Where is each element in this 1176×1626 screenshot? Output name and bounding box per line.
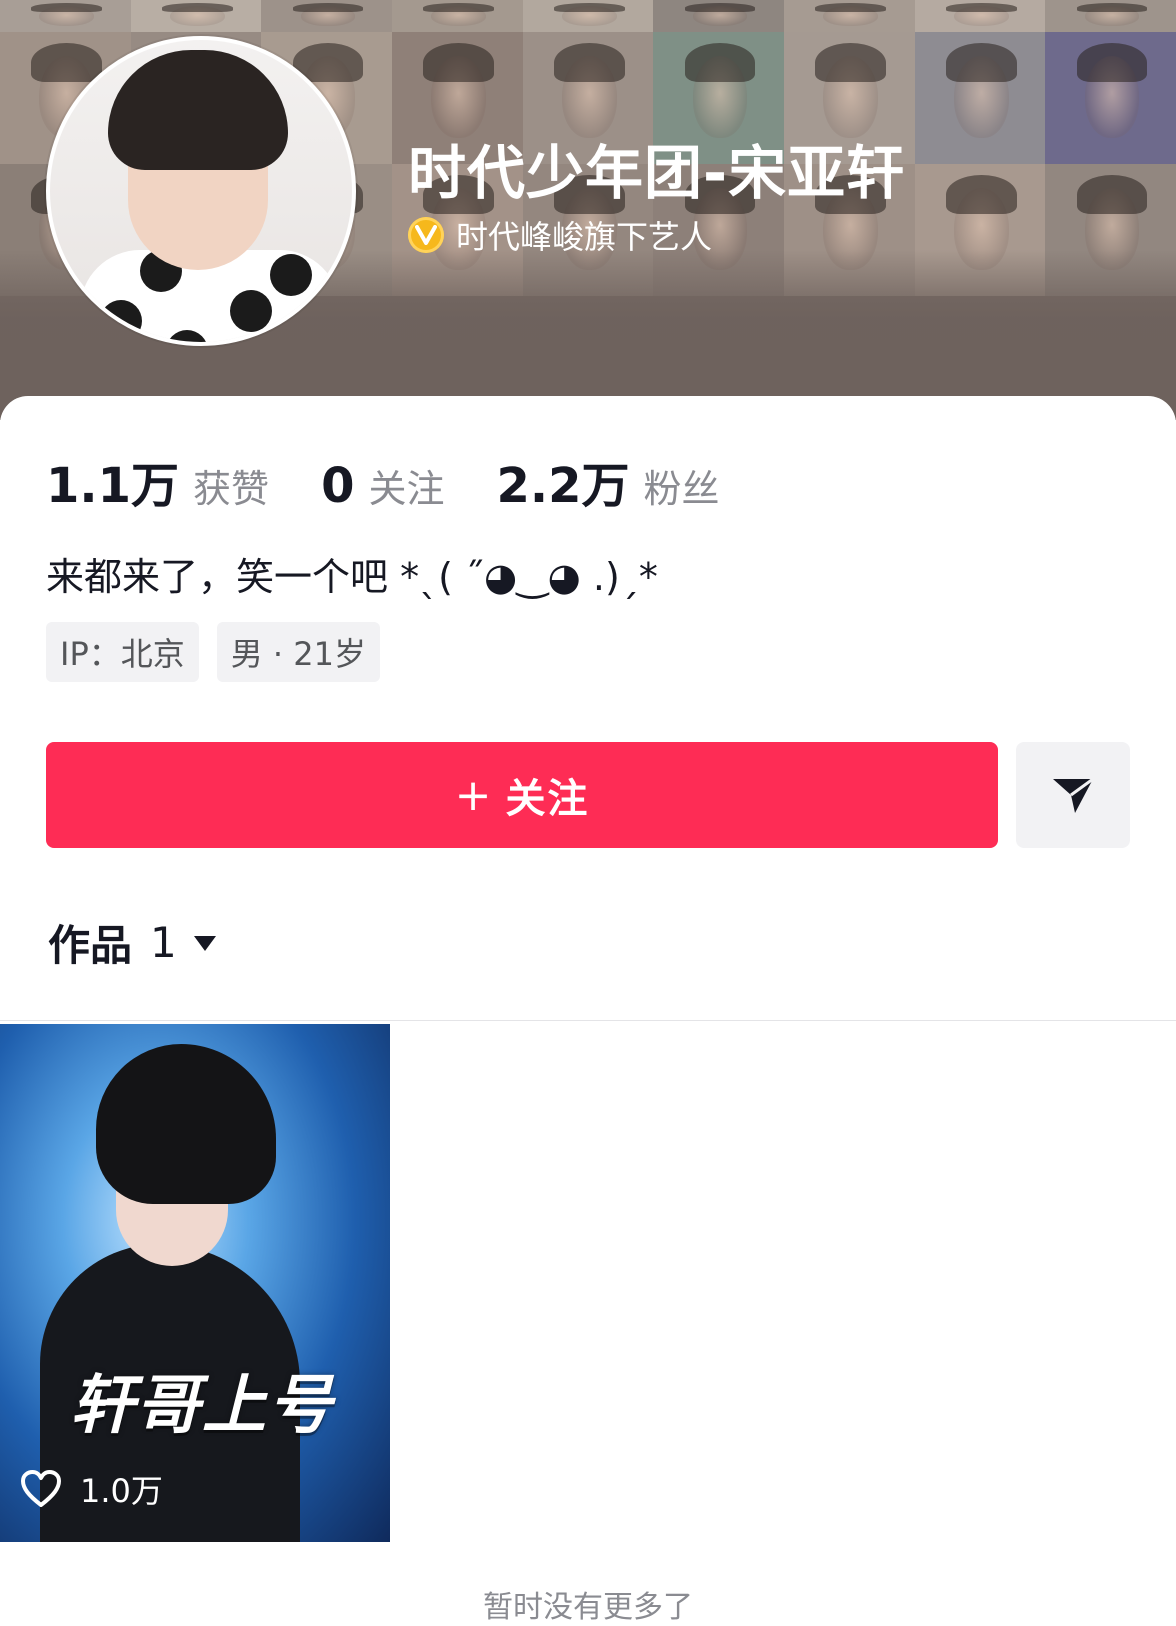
gender-age-tag: 男 · 21岁 [216, 622, 380, 682]
share-button[interactable] [1016, 742, 1130, 848]
follow-button[interactable]: + 关注 [46, 742, 998, 848]
plus-icon: + [454, 769, 494, 821]
works-label: 作品 [48, 921, 133, 970]
profile-bio: 来都来了，笑一个吧 *ˎ( ˝◕‿◕ .)ˏ* [46, 555, 658, 599]
verification-row: 时代峰峻旗下艺人 [408, 212, 712, 258]
video-title: 轩哥上号 [70, 1369, 334, 1443]
paper-plane-icon [1053, 777, 1094, 813]
video-thumbnail[interactable]: 轩哥上号 1.0万 [0, 1024, 390, 1542]
video-like-value: 1.0万 [80, 1472, 163, 1510]
stat-following[interactable]: 0 关注 [321, 458, 444, 514]
avatar[interactable] [46, 36, 356, 346]
profile-card: 1.1万 获赞 0 关注 2.2万 粉丝 来都来了，笑一个吧 *ˎ( ˝◕‿◕ … [0, 396, 1176, 1625]
verified-v-icon [408, 217, 444, 253]
profile-name: 时代少年团-宋亚轩 [408, 139, 906, 207]
follow-button-label: 关注 [505, 776, 590, 822]
video-like-count: 1.0万 [20, 1466, 163, 1512]
stat-likes-label: 获赞 [193, 467, 270, 511]
stat-likes-value: 1.1万 [46, 458, 180, 514]
verification-text: 时代峰峻旗下艺人 [456, 218, 713, 256]
stat-likes[interactable]: 1.1万 获赞 [46, 446, 269, 516]
no-more-text: 暂时没有更多了 [483, 1590, 693, 1625]
stat-followers-value: 2.2万 [496, 458, 630, 514]
stat-following-value: 0 [321, 458, 355, 514]
caret-down-icon [193, 935, 216, 951]
tab-works[interactable]: 作品 1 [48, 912, 217, 973]
stat-followers[interactable]: 2.2万 粉丝 [496, 446, 719, 516]
stats-row: 1.1万 获赞 0 关注 2.2万 粉丝 [46, 446, 772, 516]
ip-location-tag: IP：北京 [46, 622, 199, 682]
heart-icon [21, 1470, 61, 1507]
works-count: 1 [150, 918, 177, 967]
stat-following-label: 关注 [368, 467, 445, 511]
stat-followers-label: 粉丝 [643, 467, 720, 511]
profile-tags: IP：北京 男 · 21岁 [46, 622, 398, 682]
tab-divider [0, 1020, 1176, 1021]
